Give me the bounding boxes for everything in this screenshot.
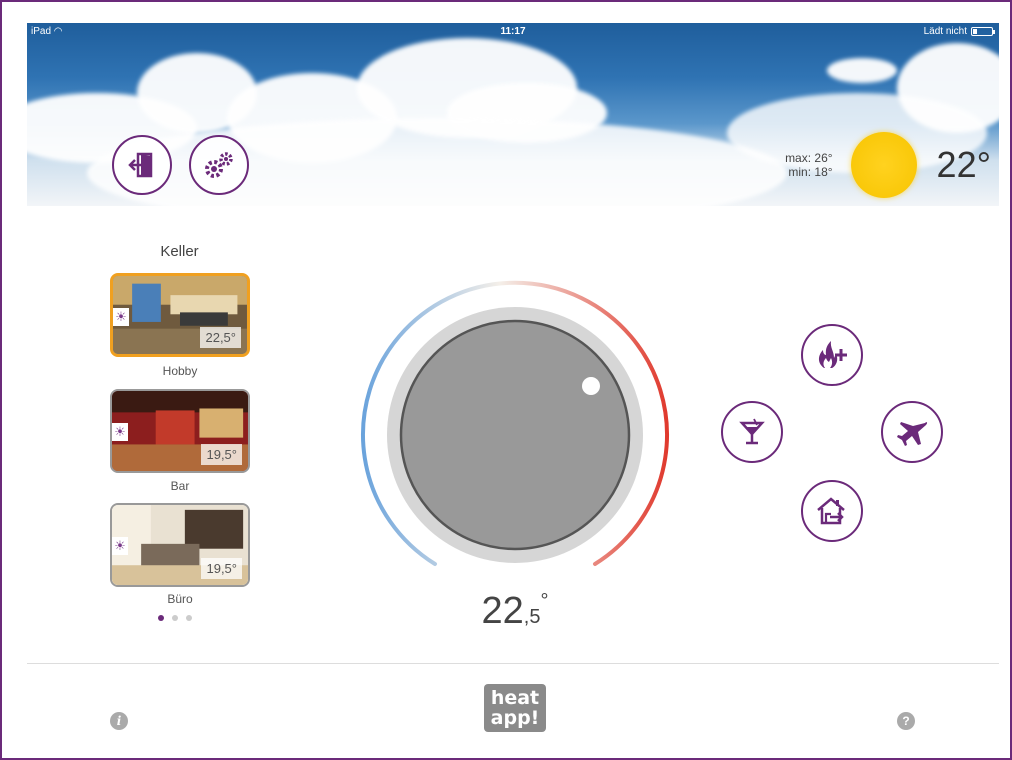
setpoint-temperature: 22,5° — [440, 590, 590, 633]
weather-header: max: 26° min: 18° 22° — [27, 23, 999, 206]
sun-icon — [850, 132, 917, 198]
page-dot[interactable] — [172, 615, 178, 621]
exit-button[interactable] — [112, 135, 172, 195]
temp-max: max: 26° — [785, 151, 833, 165]
battery-text: Lädt nicht — [923, 26, 967, 37]
outdoor-temperature: 22° — [936, 144, 991, 185]
setpoint-degree: ° — [540, 590, 549, 612]
vacation-mode-button[interactable] — [881, 401, 943, 463]
page-indicator — [158, 615, 192, 621]
weather-widget: max: 26° min: 18° 22° — [785, 131, 999, 199]
room-label-bar: Bar — [170, 479, 190, 493]
logo-line-2: app! — [490, 707, 540, 729]
cocktail-glass-icon — [739, 418, 765, 445]
status-time: 11:17 — [500, 26, 526, 37]
room-label-buero: Büro — [167, 592, 193, 606]
airplane-icon — [897, 422, 928, 446]
temp-range: max: 26° min: 18° — [785, 151, 832, 179]
page-dot[interactable] — [186, 615, 192, 621]
logo-line-1: heat — [490, 687, 540, 709]
battery-icon — [971, 27, 995, 36]
party-mode-button[interactable] — [721, 401, 783, 463]
battery-status: Lädt nicht — [923, 26, 995, 37]
room-temperature: 19,5° — [201, 558, 242, 579]
status-bar: iPad ◠ 11:17 Lädt nicht — [27, 23, 999, 41]
heating-sun-icon: ☀ — [112, 537, 128, 555]
room-card-buero[interactable]: ☀ 19,5° — [110, 503, 250, 587]
room-card-hobby[interactable]: ☀ 22,5° — [110, 273, 250, 357]
room-temperature: 19,5° — [201, 444, 242, 465]
away-mode-button[interactable] — [801, 480, 863, 542]
help-icon[interactable]: ? — [897, 712, 915, 730]
temp-min: min: 18° — [788, 165, 833, 179]
heating-sun-icon: ☀ — [113, 308, 129, 326]
setpoint-whole: 22 — [481, 590, 524, 632]
exit-door-icon — [128, 152, 153, 178]
house-leave-icon — [817, 497, 845, 525]
page-dot[interactable] — [158, 615, 164, 621]
dial-knob — [399, 319, 631, 551]
thermostat-dial[interactable] — [350, 278, 680, 588]
dial-handle[interactable] — [582, 377, 600, 395]
settings-button[interactable] — [189, 135, 249, 195]
room-temperature: 22,5° — [200, 327, 241, 348]
footer-divider — [27, 663, 999, 664]
room-label-hobby: Hobby — [162, 364, 198, 378]
setpoint-fraction: ,5 — [523, 606, 541, 628]
heating-sun-icon: ☀ — [112, 423, 128, 441]
floor-title: Keller — [160, 243, 199, 260]
gears-icon — [205, 152, 233, 178]
boost-mode-button[interactable] — [801, 324, 863, 386]
room-card-bar[interactable]: ☀ 19,5° — [110, 389, 250, 473]
heatapp-logo: heat app! — [484, 684, 546, 732]
flame-plus-icon — [818, 341, 847, 368]
info-icon[interactable]: i — [110, 712, 128, 730]
